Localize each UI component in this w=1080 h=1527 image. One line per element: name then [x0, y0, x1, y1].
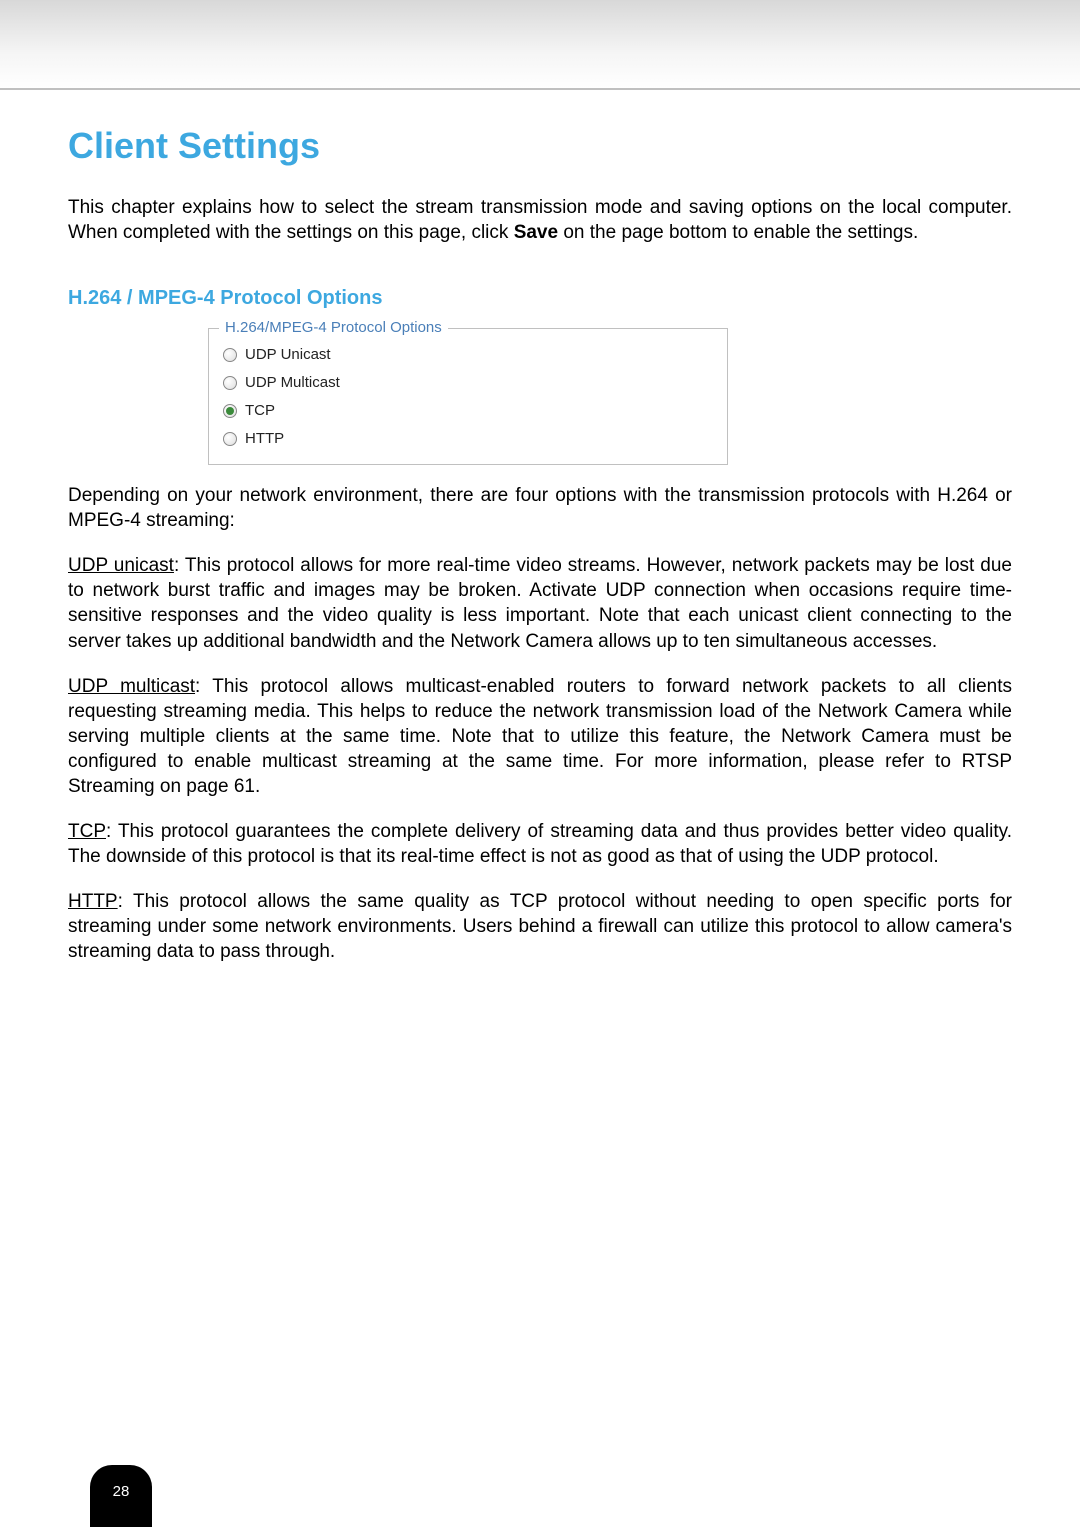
paragraph-tcp: TCP: This protocol guarantees the comple… — [68, 819, 1012, 869]
intro-text-2: on the page bottom to enable the setting… — [558, 222, 918, 243]
label-tcp: TCP — [68, 821, 106, 842]
fieldset-legend: H.264/MPEG-4 Protocol Options — [219, 319, 448, 336]
paragraph-udp-unicast: UDP unicast: This protocol allows for mo… — [68, 553, 1012, 653]
radio-row-tcp[interactable]: TCP — [223, 398, 713, 423]
radio-row-http[interactable]: HTTP — [223, 426, 713, 451]
page-content: Client Settings This chapter explains ho… — [0, 90, 1080, 964]
paragraph-udp-multicast: UDP multicast: This protocol allows mult… — [68, 674, 1012, 799]
intro-bold-save: Save — [514, 222, 558, 243]
radio-label-udp-unicast: UDP Unicast — [245, 346, 331, 363]
paragraph-http: HTTP: This protocol allows the same qual… — [68, 889, 1012, 964]
label-http: HTTP — [68, 891, 118, 912]
label-udp-unicast: UDP unicast — [68, 555, 174, 576]
radio-udp-multicast[interactable] — [223, 376, 237, 390]
page-title: Client Settings — [68, 125, 1012, 167]
radio-label-tcp: TCP — [245, 402, 275, 419]
section-heading-protocol-options: H.264 / MPEG-4 Protocol Options — [68, 287, 1012, 310]
radio-row-udp-multicast[interactable]: UDP Multicast — [223, 370, 713, 395]
paragraph-depending: Depending on your network environment, t… — [68, 483, 1012, 533]
text-tcp: : This protocol guarantees the complete … — [68, 821, 1012, 867]
radio-label-http: HTTP — [245, 430, 284, 447]
label-udp-multicast: UDP multicast — [68, 676, 195, 697]
radio-udp-unicast[interactable] — [223, 348, 237, 362]
radio-label-udp-multicast: UDP Multicast — [245, 374, 340, 391]
text-http: : This protocol allows the same quality … — [68, 891, 1012, 962]
protocol-options-fieldset: H.264/MPEG-4 Protocol Options UDP Unicas… — [208, 328, 728, 465]
page-number-tab: 28 — [90, 1465, 152, 1527]
text-udp-multicast: : This protocol allows multicast-enabled… — [68, 676, 1012, 797]
header-gradient — [0, 0, 1080, 90]
text-udp-unicast: : This protocol allows for more real-tim… — [68, 555, 1012, 651]
intro-paragraph: This chapter explains how to select the … — [68, 195, 1012, 245]
page-number: 28 — [113, 1483, 130, 1500]
radio-row-udp-unicast[interactable]: UDP Unicast — [223, 342, 713, 367]
radio-tcp[interactable] — [223, 404, 237, 418]
radio-http[interactable] — [223, 432, 237, 446]
